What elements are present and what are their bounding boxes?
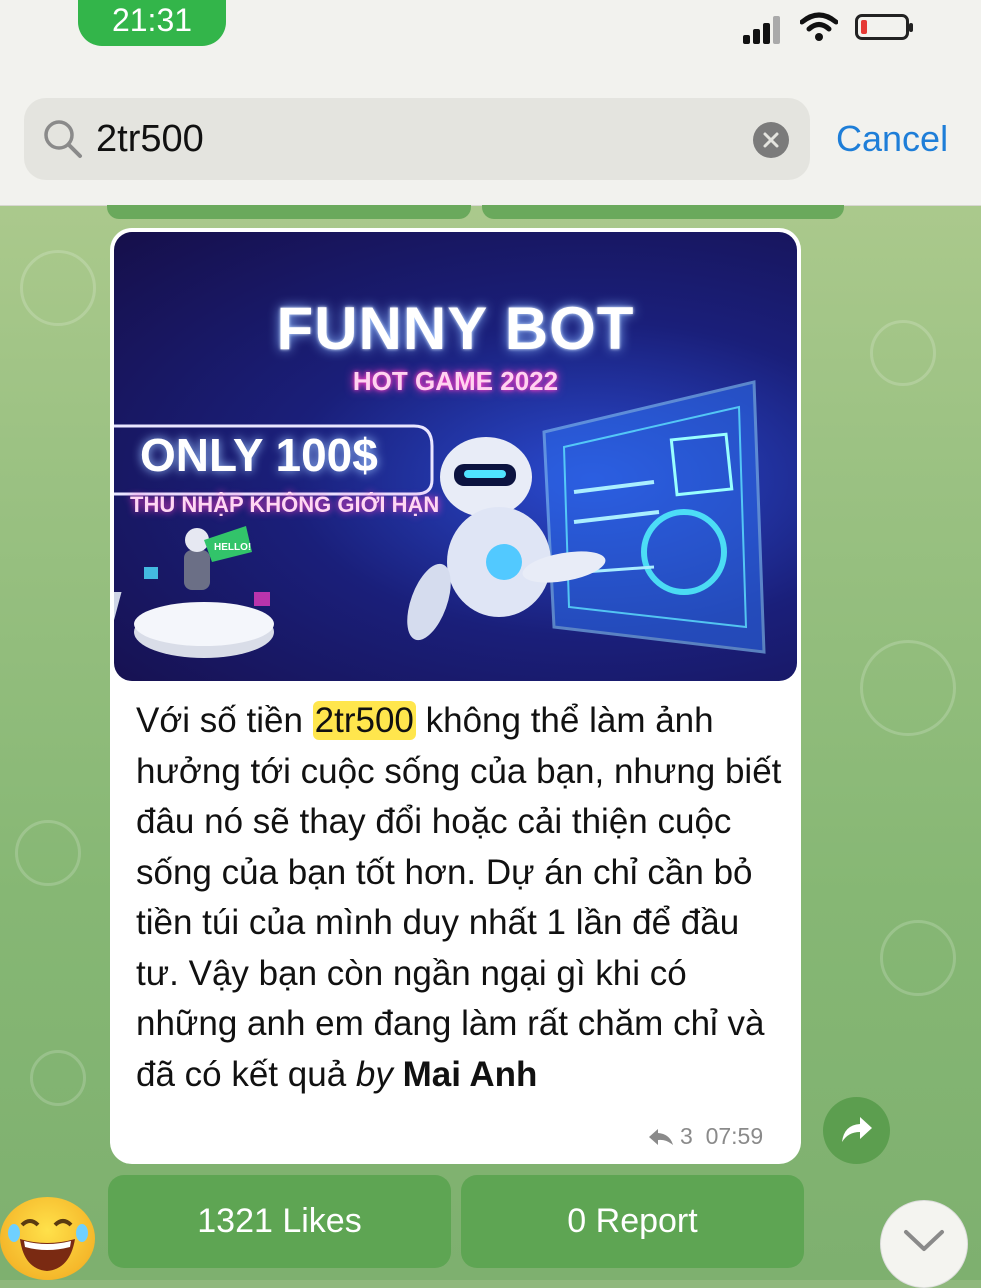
search-icon	[44, 120, 82, 158]
chevron-down-icon	[904, 1230, 944, 1251]
status-time: 21:31	[78, 0, 226, 46]
message-text: Với số tiền 2tr500 không thể làm ảnh hưở…	[136, 696, 786, 1100]
reply-count: 3	[680, 1123, 693, 1149]
laughing-emoji-icon[interactable]	[0, 1197, 95, 1280]
search-header: 2tr500	[0, 90, 981, 206]
search-query: 2tr500	[96, 118, 204, 160]
wifi-icon	[800, 12, 838, 41]
report-button[interactable]: 0 Report	[461, 1175, 804, 1268]
search-highlight: 2tr500	[312, 701, 416, 740]
promo-subtitle: HOT GAME 2022	[352, 366, 559, 396]
sender-name: Mai Anh	[402, 1054, 538, 1094]
promo-tagline: THU NHẬP KHÔNG GIỚI HẠN	[130, 492, 440, 517]
share-icon	[842, 1117, 872, 1142]
promo-price: ONLY 100$	[140, 429, 378, 481]
message-bubble[interactable]: HELLO! FUNNY BOT HOT GAME 2022 ONLY 100$…	[110, 228, 801, 1164]
battery-icon	[855, 14, 913, 40]
doodle-pattern	[30, 1050, 86, 1106]
doodle-pattern	[870, 320, 936, 386]
doodle-pattern	[860, 640, 956, 736]
message-text-part: Với số tiền	[136, 701, 313, 740]
signal-icon	[743, 14, 785, 44]
search-input[interactable]: 2tr500	[24, 98, 810, 180]
promo-sign-text: HELLO!	[214, 542, 251, 553]
byline-word: by	[355, 1054, 393, 1094]
scroll-down-button[interactable]	[880, 1200, 968, 1288]
clear-search-button[interactable]	[753, 122, 789, 158]
reply-icon	[649, 1129, 673, 1145]
likes-button[interactable]: 1321 Likes	[108, 1175, 451, 1268]
message-text-part: không thể làm ảnh hưởng tới cuộc sống củ…	[136, 701, 782, 1094]
status-bar: 21:31	[0, 0, 981, 90]
doodle-pattern	[15, 820, 81, 886]
promo-image[interactable]: HELLO! FUNNY BOT HOT GAME 2022 ONLY 100$…	[114, 232, 797, 681]
message-meta: 3 07:59	[648, 1123, 763, 1150]
laughing-face-icon	[8, 1219, 88, 1271]
previous-message-button[interactable]	[107, 205, 471, 219]
message-time: 07:59	[705, 1123, 764, 1149]
doodle-pattern	[20, 250, 96, 326]
close-icon	[763, 132, 779, 148]
share-button[interactable]	[823, 1097, 890, 1164]
promo-title: FUNNY BOT	[276, 295, 635, 362]
cancel-button[interactable]: Cancel	[836, 118, 948, 160]
previous-message-button[interactable]	[482, 205, 844, 219]
doodle-pattern	[880, 920, 956, 996]
